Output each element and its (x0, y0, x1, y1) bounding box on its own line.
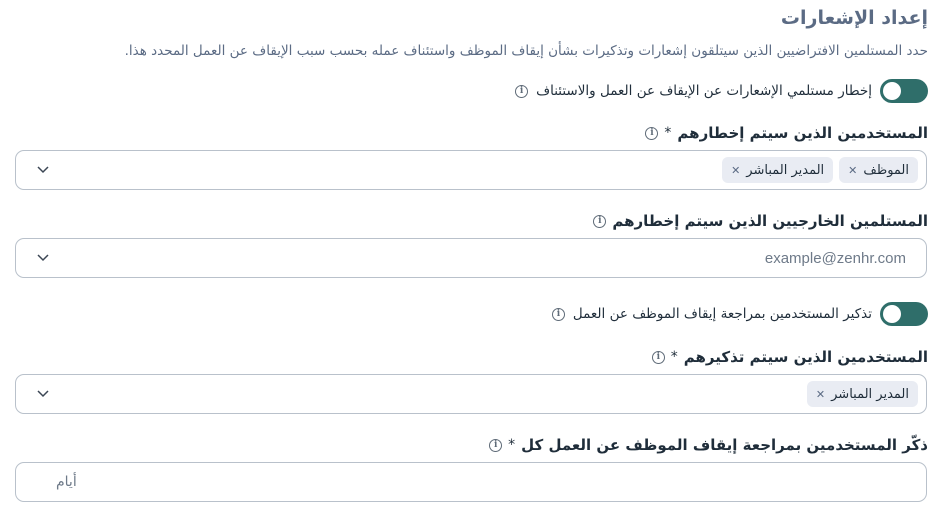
chip-label: الموظف (863, 162, 909, 178)
chip-remove-icon[interactable]: ✕ (731, 164, 740, 177)
info-icon[interactable]: i (551, 307, 565, 321)
remind-toggle-row: تذكير المستخدمين بمراجعة إيقاف الموظف عن… (551, 302, 928, 326)
section-title: إعداد الإشعارات (780, 7, 928, 29)
remind-toggle-label: تذكير المستخدمين بمراجعة إيقاف الموظف عن… (572, 306, 872, 322)
external-recipients-label: المستلمين الخارجيين الذين سيتم إخطارهم i (593, 212, 928, 230)
info-icon[interactable]: i (651, 350, 665, 364)
notify-toggle[interactable] (880, 79, 928, 103)
info-icon[interactable]: i (593, 214, 607, 228)
chip-label: المدير المباشر (831, 386, 909, 402)
notify-users-chips: الموظف ✕ المدير المباشر ✕ (50, 157, 918, 183)
chip-employee[interactable]: الموظف ✕ (839, 157, 918, 183)
chip-label: المدير المباشر (746, 162, 825, 178)
required-mark: * (508, 437, 516, 453)
external-recipients-placeholder: example@zenhr.com (764, 249, 906, 267)
info-icon[interactable]: i (645, 126, 659, 140)
notify-users-label-text: المستخدمين الذين سيتم إخطارهم (677, 124, 928, 142)
remind-users-chips: المدير المباشر ✕ (50, 381, 918, 407)
required-mark: * (670, 349, 678, 365)
chip-remove-icon[interactable]: ✕ (816, 388, 825, 401)
toggle-knob (883, 305, 901, 323)
info-icon[interactable]: i (515, 84, 529, 98)
section-description: حدد المستلمين الافتراضيين الذين سيتلقون … (124, 43, 928, 59)
chip-direct-manager[interactable]: المدير المباشر ✕ (722, 157, 834, 183)
notify-users-label: المستخدمين الذين سيتم إخطارهم * i (645, 124, 928, 142)
external-recipients-input[interactable]: example@zenhr.com (15, 238, 927, 278)
remind-users-select[interactable]: المدير المباشر ✕ (15, 374, 927, 414)
remind-every-label: ذكّر المستخدمين بمراجعة إيقاف الموظف عن … (489, 436, 928, 454)
remind-every-label-text: ذكّر المستخدمين بمراجعة إيقاف الموظف عن … (521, 436, 928, 454)
chip-direct-manager[interactable]: المدير المباشر ✕ (806, 381, 918, 407)
notify-toggle-row: إخطار مستلمي الإشعارات عن الإيقاف عن الع… (515, 79, 928, 103)
chevron-down-icon[interactable] (36, 387, 50, 401)
chevron-down-icon[interactable] (36, 163, 50, 177)
required-mark: * (664, 125, 672, 141)
chip-remove-icon[interactable]: ✕ (848, 164, 857, 177)
remind-every-input[interactable]: أيام (15, 462, 927, 502)
remind-every-placeholder: أيام (56, 474, 77, 490)
toggle-knob (883, 82, 901, 100)
chevron-down-icon[interactable] (36, 251, 50, 265)
external-recipients-label-text: المستلمين الخارجيين الذين سيتم إخطارهم (612, 212, 928, 230)
notify-toggle-label: إخطار مستلمي الإشعارات عن الإيقاف عن الع… (536, 83, 872, 99)
notify-users-select[interactable]: الموظف ✕ المدير المباشر ✕ (15, 150, 927, 190)
remind-toggle[interactable] (880, 302, 928, 326)
remind-users-label: المستخدمين الذين سيتم تذكيرهم * i (651, 348, 928, 366)
info-icon[interactable]: i (489, 438, 503, 452)
remind-users-label-text: المستخدمين الذين سيتم تذكيرهم (683, 348, 928, 366)
